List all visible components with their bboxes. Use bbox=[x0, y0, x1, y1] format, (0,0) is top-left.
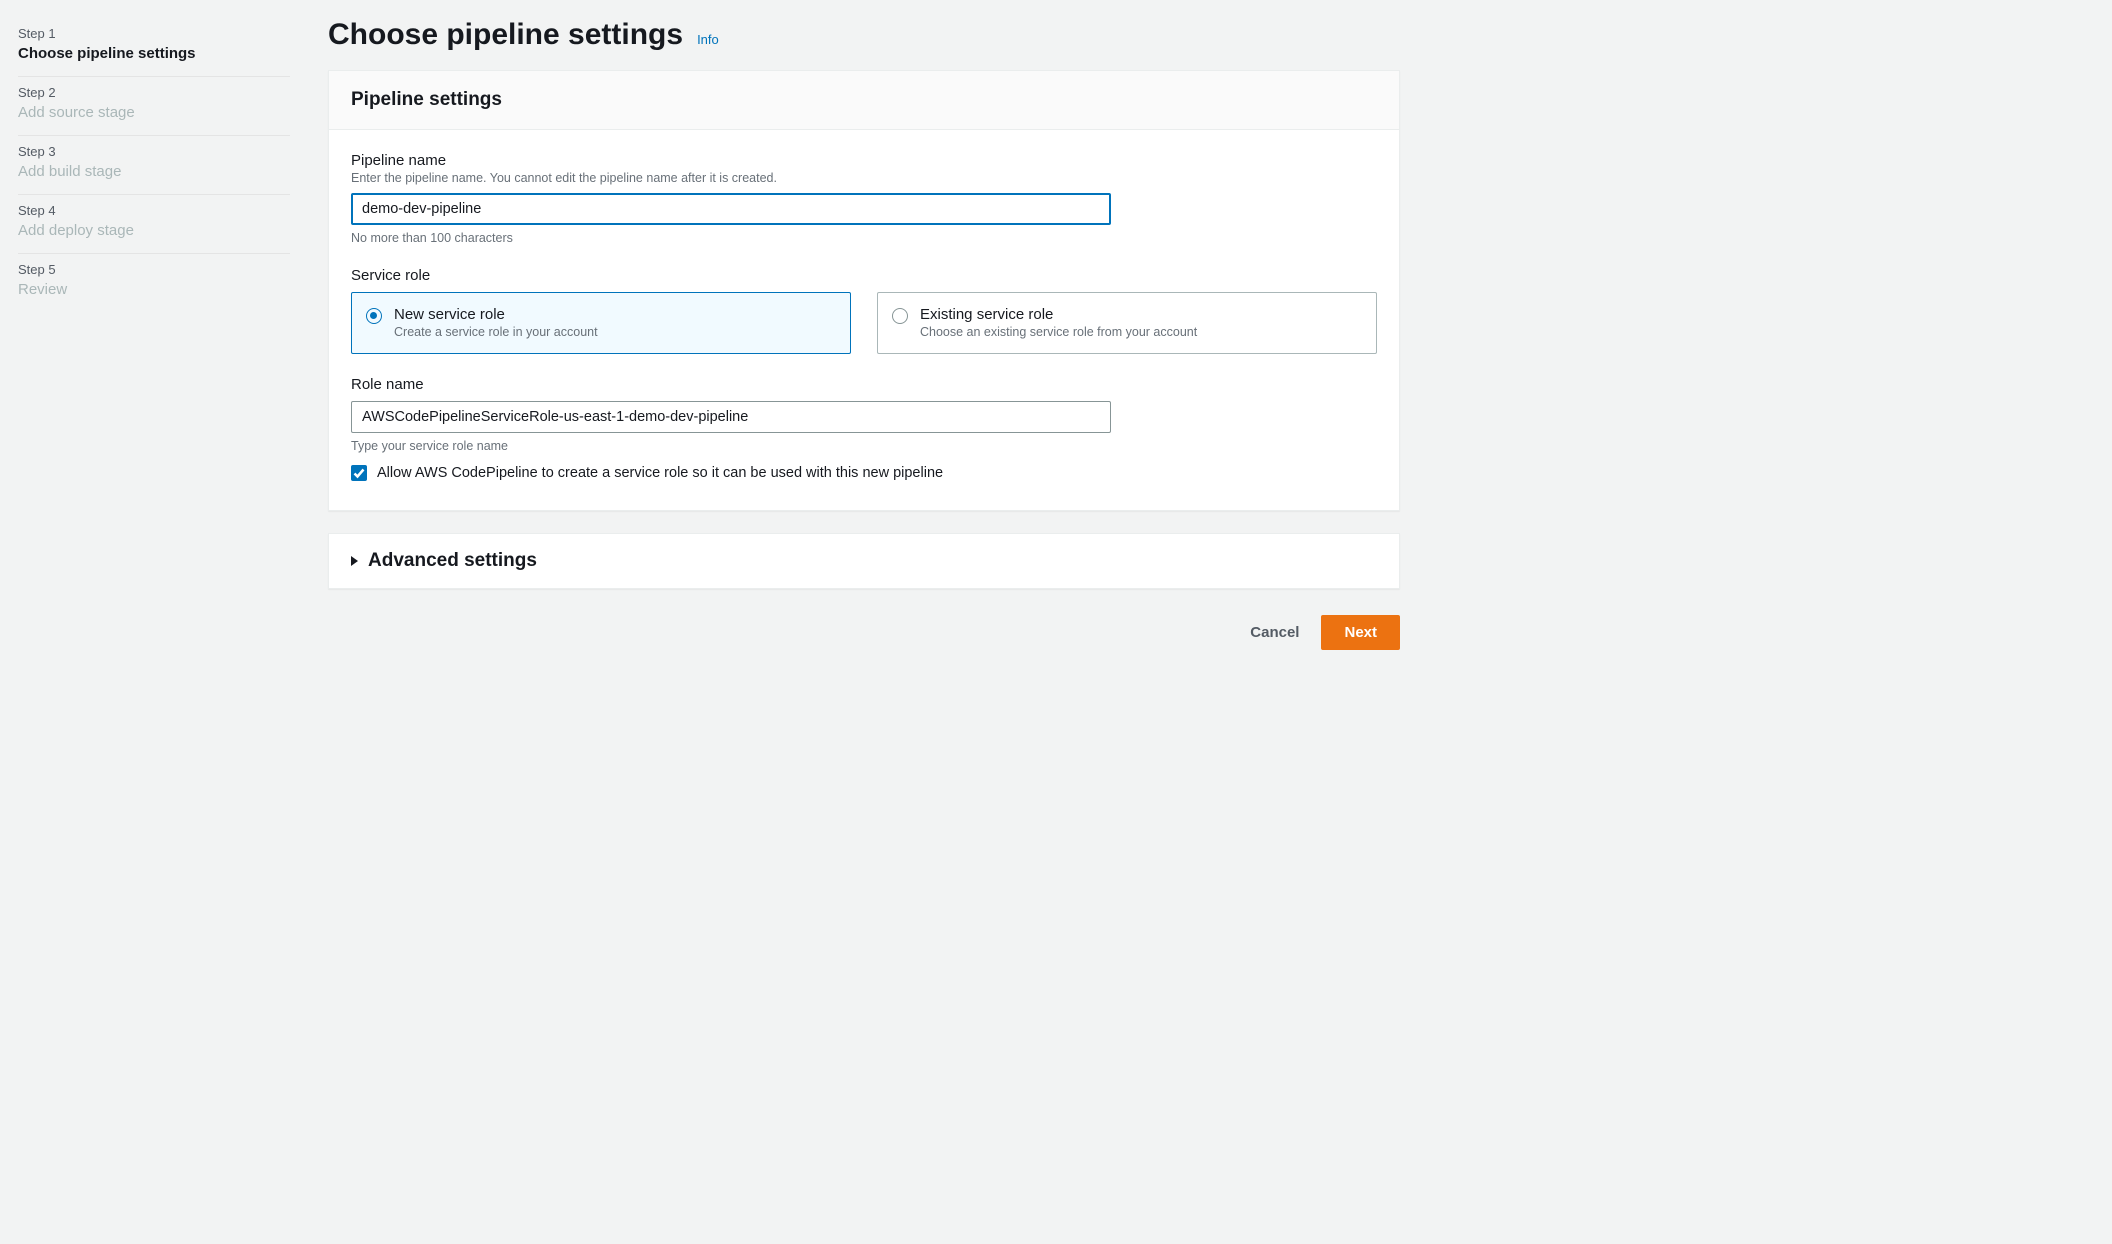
step-3[interactable]: Step 3 Add build stage bbox=[18, 136, 290, 195]
allow-create-role-row[interactable]: Allow AWS CodePipeline to create a servi… bbox=[351, 463, 1377, 484]
role-name-hint: Type your service role name bbox=[351, 439, 1377, 453]
tile-title: New service role bbox=[394, 306, 598, 323]
pipeline-name-desc: Enter the pipeline name. You cannot edit… bbox=[351, 171, 1377, 185]
step-title: Add source stage bbox=[18, 104, 290, 121]
role-name-input[interactable] bbox=[351, 401, 1111, 433]
role-name-label: Role name bbox=[351, 376, 1377, 393]
allow-create-role-label: Allow AWS CodePipeline to create a servi… bbox=[377, 463, 943, 484]
advanced-settings-panel[interactable]: Advanced settings bbox=[328, 533, 1400, 589]
caret-right-icon bbox=[351, 556, 358, 566]
footer-actions: Cancel Next bbox=[328, 615, 1400, 650]
main-content: Choose pipeline settings Info Pipeline s… bbox=[300, 0, 1410, 1244]
step-number: Step 1 bbox=[18, 26, 290, 41]
next-button[interactable]: Next bbox=[1321, 615, 1400, 650]
advanced-settings-title: Advanced settings bbox=[368, 550, 537, 572]
checkbox-checked-icon[interactable] bbox=[351, 465, 367, 481]
page-title: Choose pipeline settings bbox=[328, 18, 683, 52]
step-4[interactable]: Step 4 Add deploy stage bbox=[18, 195, 290, 254]
page-header: Choose pipeline settings Info bbox=[328, 18, 1400, 52]
step-1[interactable]: Step 1 Choose pipeline settings bbox=[18, 18, 290, 77]
info-link[interactable]: Info bbox=[697, 32, 719, 47]
existing-service-role-tile[interactable]: Existing service role Choose an existing… bbox=[877, 292, 1377, 354]
tile-desc: Choose an existing service role from you… bbox=[920, 325, 1197, 339]
tile-title: Existing service role bbox=[920, 306, 1197, 323]
step-number: Step 5 bbox=[18, 262, 290, 277]
panel-body: Pipeline name Enter the pipeline name. Y… bbox=[329, 130, 1399, 510]
pipeline-name-hint: No more than 100 characters bbox=[351, 231, 1377, 245]
radio-icon bbox=[366, 308, 382, 324]
panel-header: Pipeline settings bbox=[329, 71, 1399, 130]
panel-title: Pipeline settings bbox=[351, 89, 1377, 111]
pipeline-name-input[interactable] bbox=[351, 193, 1111, 225]
service-role-label: Service role bbox=[351, 267, 1377, 284]
step-title: Add build stage bbox=[18, 163, 290, 180]
step-2[interactable]: Step 2 Add source stage bbox=[18, 77, 290, 136]
step-title: Choose pipeline settings bbox=[18, 45, 290, 62]
step-title: Review bbox=[18, 281, 290, 298]
tile-desc: Create a service role in your account bbox=[394, 325, 598, 339]
radio-icon bbox=[892, 308, 908, 324]
step-number: Step 2 bbox=[18, 85, 290, 100]
role-name-group: Role name Type your service role name Al… bbox=[351, 376, 1377, 484]
step-number: Step 3 bbox=[18, 144, 290, 159]
step-number: Step 4 bbox=[18, 203, 290, 218]
service-role-group: Service role New service role Create a s… bbox=[351, 267, 1377, 354]
step-title: Add deploy stage bbox=[18, 222, 290, 239]
cancel-button[interactable]: Cancel bbox=[1246, 616, 1303, 649]
step-5[interactable]: Step 5 Review bbox=[18, 254, 290, 312]
new-service-role-tile[interactable]: New service role Create a service role i… bbox=[351, 292, 851, 354]
pipeline-settings-panel: Pipeline settings Pipeline name Enter th… bbox=[328, 70, 1400, 511]
wizard-steps: Step 1 Choose pipeline settings Step 2 A… bbox=[0, 0, 300, 1244]
pipeline-name-group: Pipeline name Enter the pipeline name. Y… bbox=[351, 152, 1377, 245]
pipeline-name-label: Pipeline name bbox=[351, 152, 1377, 169]
service-role-tiles: New service role Create a service role i… bbox=[351, 292, 1377, 354]
